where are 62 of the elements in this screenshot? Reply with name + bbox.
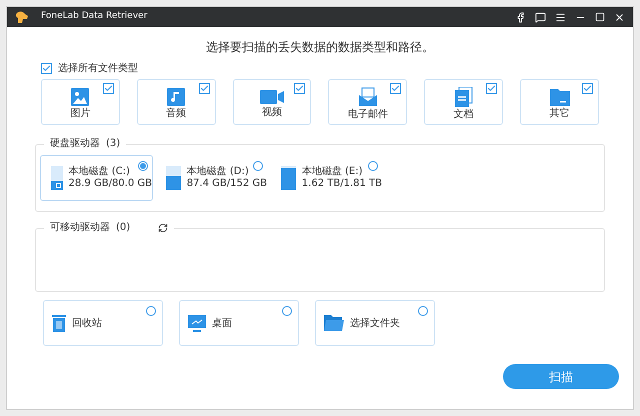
section-title: 硬盘驱动器 [50, 137, 100, 151]
drive-count: (0) [116, 221, 130, 235]
close-icon[interactable] [614, 12, 625, 22]
image-icon [71, 88, 90, 106]
window-title: FoneLab Data Retriever [41, 10, 148, 24]
monitor-icon [188, 314, 206, 332]
drive-count: (3) [106, 137, 120, 151]
file-type-label: 视频 [262, 107, 282, 119]
location-label: 回收站 [72, 316, 102, 330]
file-type-card[interactable]: 图片 [41, 79, 120, 125]
file-type-label: 文档 [454, 109, 474, 121]
drive-usage: 1.62 TB/1.81 TB [302, 178, 382, 190]
facebook-icon[interactable] [515, 12, 526, 22]
select-all-label: 选择所有文件类型 [58, 62, 138, 76]
file-type-label: 电子邮件 [348, 109, 388, 121]
location-card[interactable]: 回收站 [43, 300, 163, 346]
video-camera-icon [260, 89, 284, 105]
drive-card[interactable]: 本地磁盘 (C:) 28.9 GB/80.0 GB [40, 155, 153, 201]
document-icon [454, 87, 473, 107]
drive-name: 本地磁盘 (E:) [302, 166, 364, 178]
checkbox[interactable] [294, 83, 306, 94]
folder-icon [550, 88, 570, 106]
maximize-icon[interactable] [595, 12, 605, 22]
file-type-card[interactable]: 其它 [520, 79, 599, 125]
drive-usage: 87.4 GB/152 GB [186, 178, 267, 190]
drive-usage: 28.9 GB/80.0 GB [68, 178, 152, 190]
file-type-label: 图片 [70, 108, 90, 120]
drive-card[interactable]: 本地磁盘 (D:) 87.4 GB/152 GB [155, 155, 268, 201]
radio-button[interactable] [253, 161, 263, 171]
envelope-icon [358, 87, 378, 107]
drive-card[interactable]: 本地磁盘 (E:) 1.62 TB/1.81 TB [270, 155, 383, 201]
section-title: 可移动驱动器 [50, 221, 110, 235]
menu-icon[interactable] [555, 12, 566, 22]
refresh-icon[interactable] [158, 223, 168, 233]
drive-name: 本地磁盘 (C:) [68, 166, 131, 178]
location-card[interactable]: 桌面 [179, 300, 299, 346]
checkbox[interactable] [102, 83, 114, 94]
radio-button[interactable] [146, 306, 156, 316]
heading: 选择要扫描的丢失数据的数据类型和路径。 [205, 40, 435, 54]
checkbox[interactable] [582, 83, 593, 94]
radio-button[interactable] [368, 161, 378, 171]
trash-can-icon [52, 314, 66, 332]
checkbox[interactable] [41, 63, 52, 74]
file-type-label: 音频 [166, 108, 186, 120]
radio-button[interactable] [282, 306, 292, 316]
checkbox[interactable] [198, 83, 210, 94]
feedback-icon[interactable] [535, 12, 546, 22]
folder-icon [324, 315, 344, 331]
radio-button[interactable] [418, 306, 428, 316]
location-label: 桌面 [212, 316, 232, 330]
location-label: 选择文件夹 [350, 316, 400, 330]
file-type-card[interactable]: 音频 [136, 79, 216, 125]
file-type-label: 其它 [550, 108, 570, 120]
music-note-icon [167, 88, 186, 106]
checkbox[interactable] [390, 83, 402, 94]
checkbox[interactable] [486, 83, 498, 94]
file-type-card[interactable]: 文档 [424, 79, 504, 125]
location-card[interactable]: 选择文件夹 [315, 300, 435, 346]
radio-button[interactable] [138, 161, 148, 171]
file-type-card[interactable]: 电子邮件 [328, 79, 408, 125]
drive-name: 本地磁盘 (D:) [186, 166, 250, 178]
file-type-card[interactable]: 视频 [232, 79, 312, 125]
